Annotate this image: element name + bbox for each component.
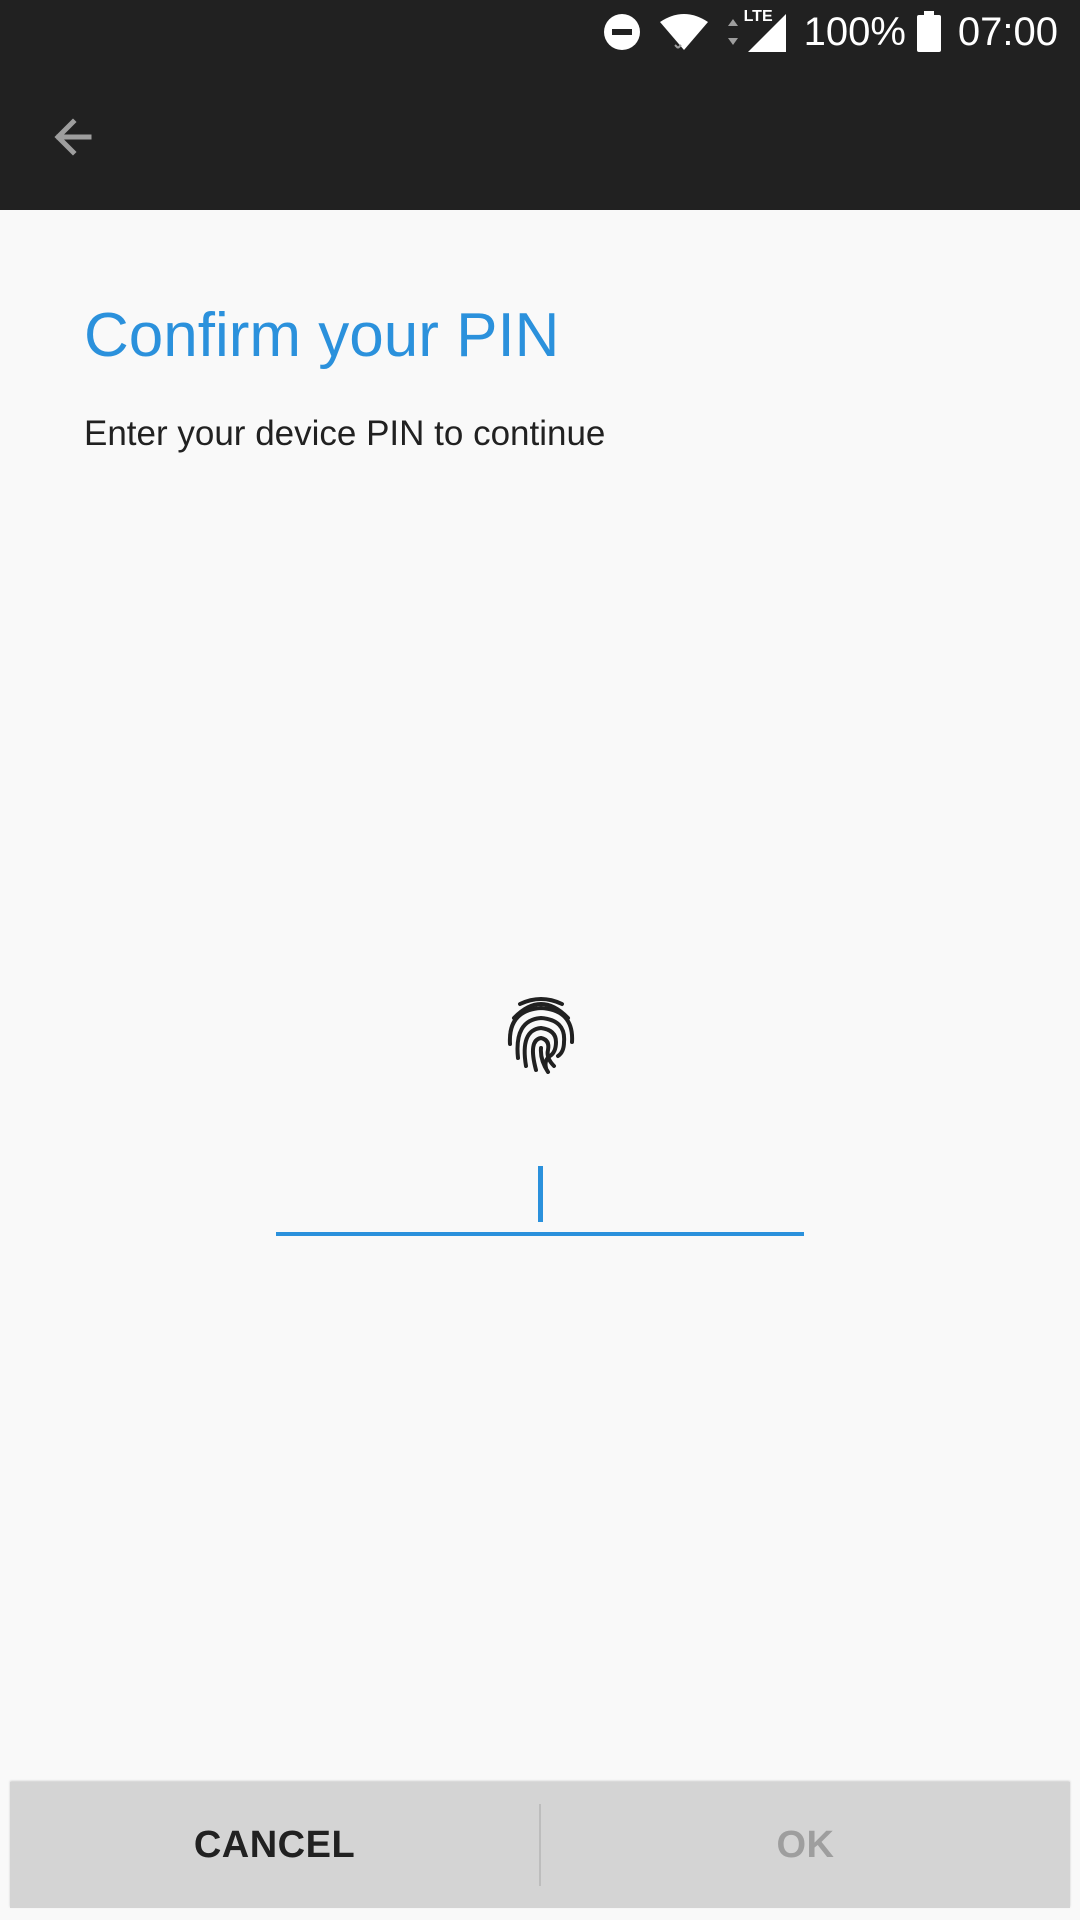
arrow-back-icon (54, 118, 92, 156)
fingerprint-icon (506, 996, 576, 1074)
status-bar: LTE 100% 07:00 (0, 0, 1080, 64)
page-title: Confirm your PIN (84, 301, 560, 370)
lte-signal-icon: LTE (726, 8, 788, 54)
button-bar: CANCEL OK (10, 1782, 1070, 1908)
text-cursor (538, 1166, 543, 1222)
cancel-button[interactable]: CANCEL (10, 1782, 539, 1908)
network-type-label: LTE (743, 8, 773, 25)
battery-percent: 100% (803, 10, 906, 54)
clock: 07:00 (957, 10, 1058, 54)
ok-button[interactable]: OK (541, 1782, 1070, 1908)
battery-icon (916, 11, 942, 53)
status-icons: LTE 100% 07:00 (586, 0, 1058, 64)
wifi-icon (658, 12, 710, 52)
back-button[interactable] (28, 92, 118, 182)
do-not-disturb-icon (602, 12, 642, 52)
page-subtitle: Enter your device PIN to continue (84, 414, 606, 453)
app-bar (0, 64, 1080, 210)
